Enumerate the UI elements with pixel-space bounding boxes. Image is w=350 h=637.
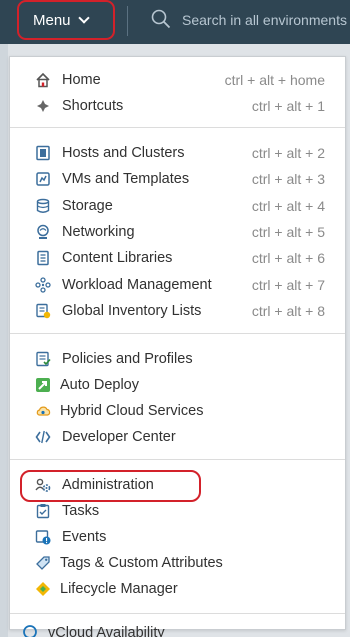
chevron-down-icon: [77, 12, 90, 24]
menu-item-label: Global Inventory Lists: [62, 303, 202, 319]
menu-item-vms-and-templates[interactable]: VMs and Templates ctrl + alt + 3: [10, 168, 345, 190]
storage-icon: [36, 198, 50, 213]
shortcut-text: ctrl + alt + 6: [251, 250, 325, 266]
menu-item-label: vCloud Availability: [48, 625, 165, 637]
shortcut-text: ctrl + alt + 5: [251, 224, 325, 240]
menu-item-global-inventory-lists[interactable]: Global Inventory Lists ctrl + alt + 8: [10, 300, 345, 322]
vcloud-availability-icon: [23, 625, 37, 637]
menu-item-home[interactable]: Home ctrl + alt + home: [10, 69, 345, 91]
administration-icon: [35, 478, 51, 492]
hosts-clusters-icon: [36, 145, 50, 161]
shortcut-text: ctrl + alt + 2: [251, 145, 325, 161]
menu-item-label: Developer Center: [62, 429, 176, 445]
menu-item-label: Auto Deploy: [60, 377, 139, 393]
shortcut-text: ctrl + alt + 1: [251, 98, 325, 114]
developer-center-icon: [35, 430, 51, 444]
menu-button[interactable]: Menu: [17, 0, 115, 40]
menu-item-developer-center[interactable]: Developer Center: [10, 426, 345, 448]
shortcut-text: ctrl + alt + 4: [251, 198, 325, 214]
menu-separator: [10, 613, 345, 614]
menu-item-label: Tags & Custom Attributes: [60, 555, 223, 571]
menu-item-administration[interactable]: Administration: [10, 474, 345, 496]
menu-item-label: Hybrid Cloud Services: [60, 403, 204, 419]
menu-item-networking[interactable]: Networking ctrl + alt + 5: [10, 221, 345, 243]
menu-item-label: Lifecycle Manager: [60, 581, 178, 597]
menu-separator: [10, 127, 345, 128]
menu-item-label: Events: [62, 529, 107, 545]
search-icon[interactable]: [151, 9, 171, 29]
menu-item-hybrid-cloud-services[interactable]: Hybrid Cloud Services: [10, 400, 345, 422]
menu-item-vcloud-availability[interactable]: vCloud Availability: [22, 624, 165, 637]
menu-item-label: Networking: [62, 224, 135, 240]
topbar-divider: [127, 6, 128, 36]
top-navigation-bar: Menu Search in all environments: [0, 0, 350, 44]
hybrid-cloud-icon: [36, 406, 51, 416]
lifecycle-manager-icon: [36, 582, 50, 596]
tags-icon: [36, 556, 50, 570]
menu-item-label: Hosts and Clusters: [62, 145, 185, 161]
menu-item-workload-management[interactable]: Workload Management ctrl + alt + 7: [10, 274, 345, 296]
policies-profiles-icon: [36, 351, 51, 367]
menu-item-content-libraries[interactable]: Content Libraries ctrl + alt + 6: [10, 247, 345, 269]
shortcuts-icon: [37, 100, 49, 112]
search-input[interactable]: Search in all environments: [182, 12, 347, 28]
shortcut-text: ctrl + alt + 3: [251, 171, 325, 187]
menu-item-label: Policies and Profiles: [62, 351, 193, 367]
workload-management-icon: [35, 277, 51, 293]
tasks-icon: [36, 504, 50, 519]
menu-item-label: Administration: [62, 477, 154, 493]
menu-item-label: Content Libraries: [62, 250, 173, 266]
menu-item-label: Storage: [62, 198, 113, 214]
menu-separator: [10, 459, 345, 460]
menu-item-label: Workload Management: [62, 277, 212, 293]
menu-item-label: Home: [62, 72, 101, 88]
menu-item-label: VMs and Templates: [62, 171, 190, 187]
menu-item-tags-custom-attributes[interactable]: Tags & Custom Attributes: [10, 552, 345, 574]
shortcut-text: ctrl + alt + home: [224, 72, 325, 88]
networking-icon: [37, 224, 49, 239]
events-icon: [35, 530, 51, 545]
menu-item-auto-deploy[interactable]: Auto Deploy: [10, 374, 345, 396]
menu-item-hosts-and-clusters[interactable]: Hosts and Clusters ctrl + alt + 2: [10, 142, 345, 164]
menu-item-label: Tasks: [62, 503, 100, 519]
menu-label: Menu: [33, 11, 71, 29]
menu-item-events[interactable]: Events: [10, 526, 345, 548]
content-libraries-icon: [37, 250, 49, 266]
shortcut-text: ctrl + alt + 7: [251, 277, 325, 293]
background-panel: [0, 44, 8, 637]
menu-separator: [10, 333, 345, 334]
menu-item-shortcuts[interactable]: Shortcuts ctrl + alt + 1: [10, 95, 345, 117]
menu-item-storage[interactable]: Storage ctrl + alt + 4: [10, 195, 345, 217]
menu-item-tasks[interactable]: Tasks: [10, 500, 345, 522]
menu-item-label: Shortcuts: [62, 98, 124, 114]
auto-deploy-icon: [36, 378, 50, 392]
main-menu-dropdown: Home ctrl + alt + home Shortcuts ctrl + …: [9, 56, 346, 630]
menu-item-lifecycle-manager[interactable]: Lifecycle Manager: [10, 578, 345, 600]
menu-item-policies-and-profiles[interactable]: Policies and Profiles: [10, 348, 345, 370]
global-inventory-icon: [36, 303, 51, 319]
home-icon: [36, 72, 50, 88]
vms-templates-icon: [36, 172, 50, 186]
shortcut-text: ctrl + alt + 8: [251, 303, 325, 319]
